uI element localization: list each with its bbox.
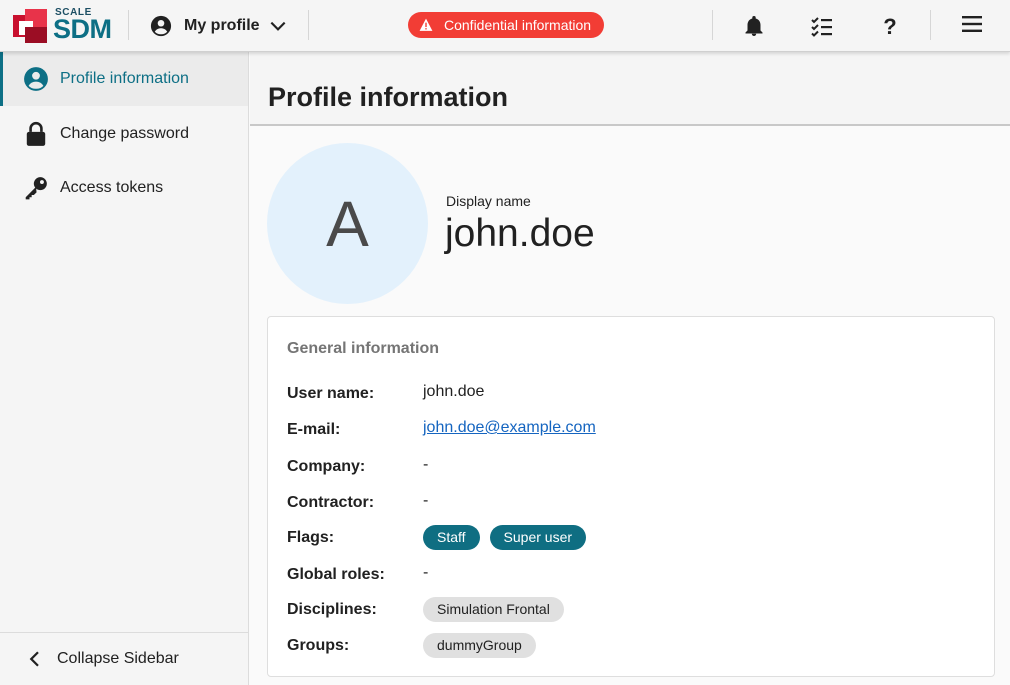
- key-icon: [25, 177, 47, 200]
- company-label: Company:: [287, 458, 366, 475]
- email-row: E-mail: john.doe@example.com: [268, 417, 996, 443]
- confidential-badge: Confidential information: [408, 12, 604, 38]
- display-name-label: Display name: [446, 193, 531, 209]
- sidebar-item-label: Change password: [60, 125, 189, 142]
- contractor-value: -: [423, 492, 429, 509]
- user-name-row: User name: john.doe: [268, 381, 996, 407]
- group-chip: dummyGroup: [423, 633, 536, 658]
- disciplines-chips: Simulation Frontal: [423, 597, 574, 622]
- contractor-label: Contractor:: [287, 494, 375, 511]
- bell-icon[interactable]: [742, 14, 766, 38]
- flag-chip: Super user: [489, 525, 587, 550]
- flags-label: Flags:: [287, 529, 335, 546]
- divider: [930, 10, 931, 40]
- divider: [712, 10, 713, 40]
- global-roles-row: Global roles: -: [268, 562, 996, 588]
- groups-row: Groups: dummyGroup: [268, 633, 996, 659]
- global-roles-label: Global roles:: [287, 566, 385, 583]
- contractor-row: Contractor: -: [268, 490, 996, 516]
- company-value: -: [423, 456, 429, 473]
- account-circle-icon: [150, 15, 172, 37]
- flags-row: Flags: Staff Super user: [268, 525, 996, 551]
- scale-sdm-logo[interactable]: SCALE SDM: [13, 7, 115, 44]
- my-profile-menu[interactable]: My profile: [150, 10, 288, 42]
- groups-label: Groups:: [287, 637, 350, 654]
- my-profile-label: My profile: [184, 17, 260, 34]
- groups-chips: dummyGroup: [423, 633, 546, 658]
- sidebar-item-change-password[interactable]: Change password: [0, 107, 248, 161]
- collapse-sidebar-label: Collapse Sidebar: [57, 650, 179, 667]
- discipline-chip: Simulation Frontal: [423, 597, 564, 622]
- global-roles-value: -: [423, 564, 429, 581]
- menu-icon[interactable]: [960, 12, 984, 36]
- chevron-down-icon: [270, 21, 285, 31]
- company-row: Company: -: [268, 454, 996, 480]
- lock-icon: [26, 121, 46, 146]
- help-icon[interactable]: ?: [878, 14, 902, 39]
- card-title: General information: [287, 340, 440, 357]
- user-name-label: User name:: [287, 385, 375, 402]
- general-information-card: General information User name: john.doe …: [267, 316, 995, 677]
- email-label: E-mail:: [287, 421, 341, 438]
- user-name-value: john.doe: [423, 383, 485, 400]
- top-bar: SCALE SDM My profile Confidential inform…: [0, 0, 1010, 52]
- sidebar-item-access-tokens[interactable]: Access tokens: [0, 161, 248, 215]
- sidebar-item-label: Access tokens: [60, 179, 164, 196]
- avatar: A: [267, 143, 428, 304]
- divider: [308, 10, 309, 40]
- logo-mark-icon: [13, 9, 47, 43]
- sidebar: Profile information Change password Acce…: [0, 52, 249, 685]
- logo-big-text: SDM: [53, 14, 112, 44]
- display-name-value: john.doe: [445, 212, 595, 255]
- email-link[interactable]: john.doe@example.com: [423, 419, 596, 437]
- page-header: Profile information: [250, 52, 1010, 126]
- collapse-sidebar-button[interactable]: Collapse Sidebar: [0, 632, 248, 685]
- disciplines-label: Disciplines:: [287, 601, 377, 618]
- warning-icon: [419, 18, 433, 31]
- flags-chips: Staff Super user: [423, 525, 596, 550]
- page-title: Profile information: [268, 82, 509, 112]
- checklist-icon[interactable]: [810, 14, 834, 38]
- sidebar-item-profile-information[interactable]: Profile information: [0, 52, 248, 106]
- flag-chip: Staff: [423, 525, 480, 550]
- confidential-label: Confidential information: [444, 17, 592, 33]
- account-circle-icon: [24, 67, 48, 91]
- divider: [128, 10, 129, 40]
- disciplines-row: Disciplines: Simulation Frontal: [268, 597, 996, 623]
- sidebar-item-label: Profile information: [60, 70, 189, 87]
- chevron-left-icon: [29, 651, 39, 667]
